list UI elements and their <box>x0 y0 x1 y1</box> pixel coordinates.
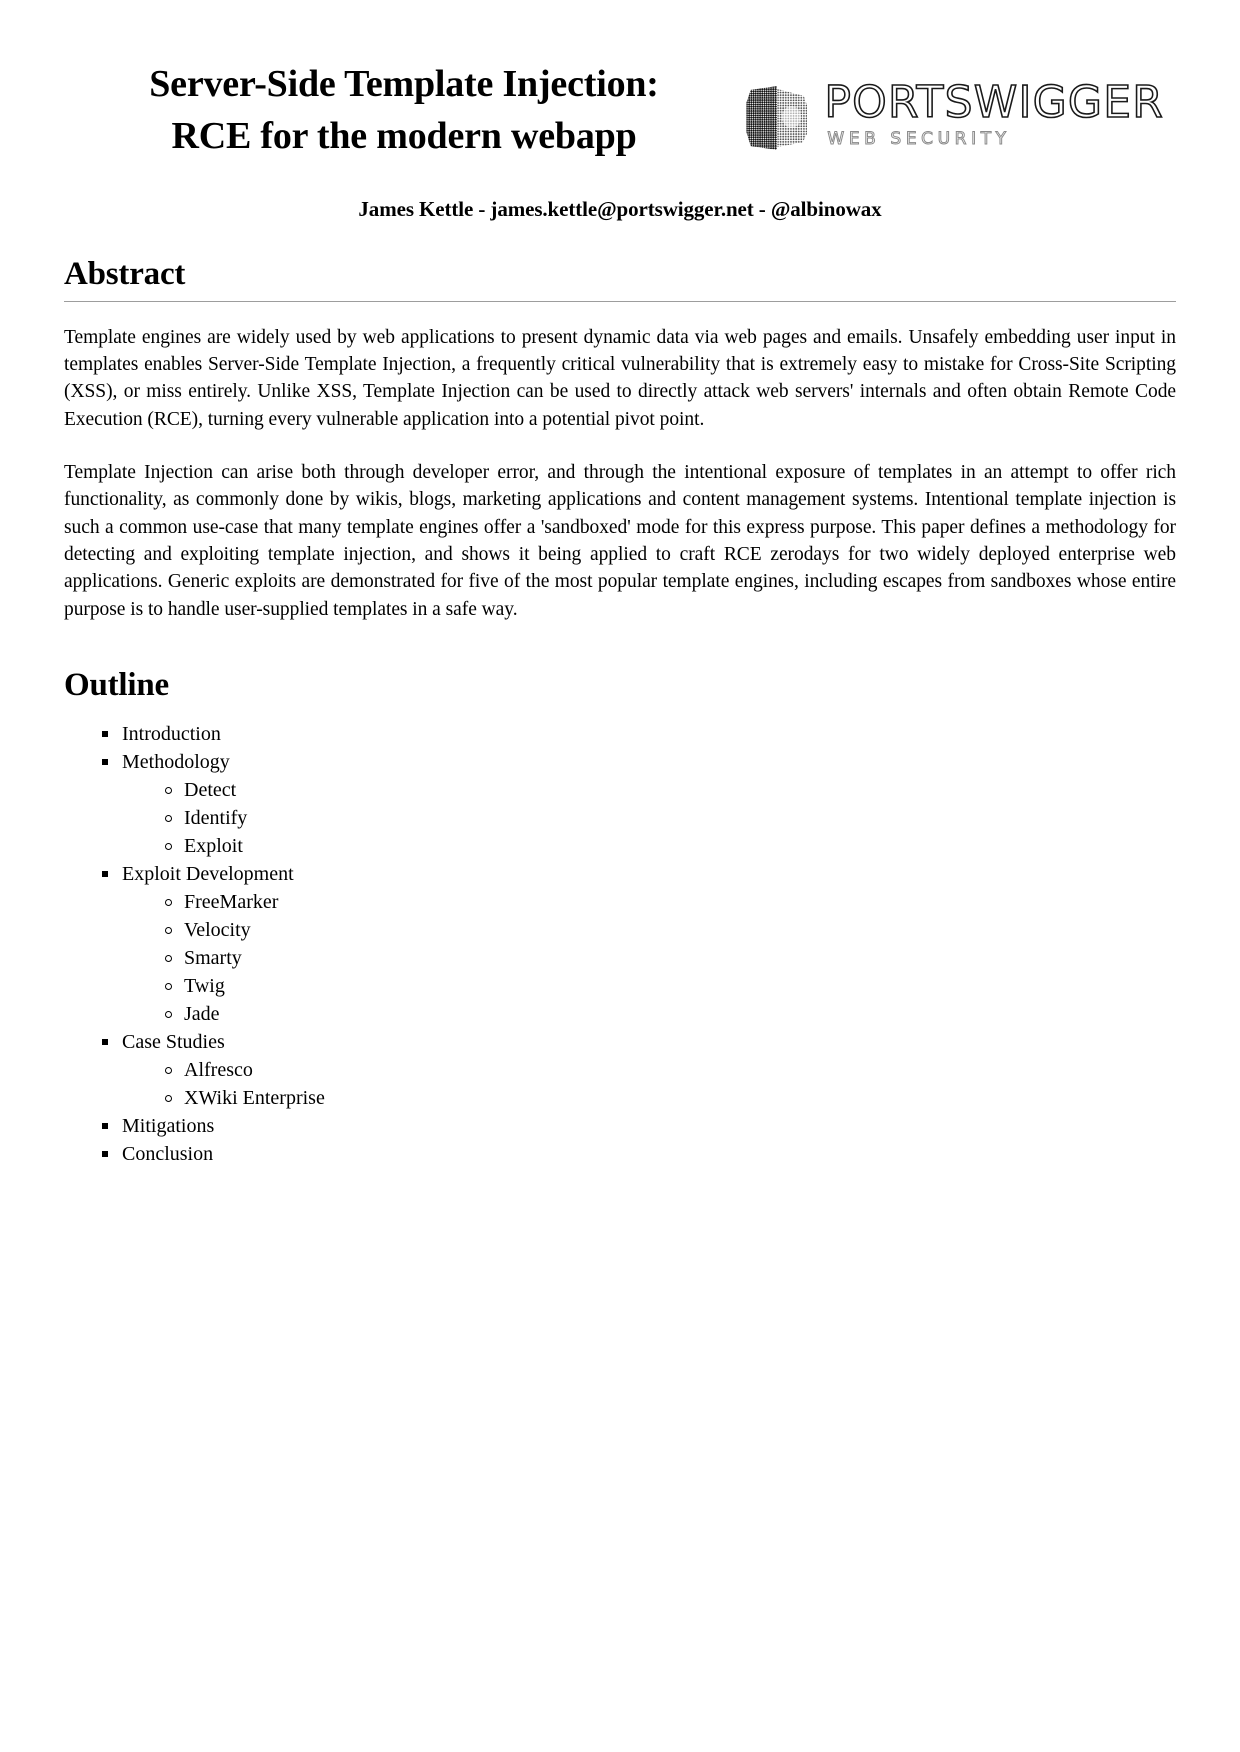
outline-subitem-label: Detect <box>184 778 237 801</box>
list-item: Introduction <box>94 720 1176 748</box>
outline-sublist: FreeMarker Velocity Smarty Twig Jade <box>122 888 1176 1028</box>
outline-subitem-label: Smarty <box>184 946 242 969</box>
outline-item-label: Conclusion <box>122 1142 214 1165</box>
outline-sublist: Detect Identify Exploit <box>122 776 1176 860</box>
logo-text-block: PORTSWIGGER WEB SECURITY <box>824 77 1164 150</box>
list-item: Methodology Detect Identify Exploit <box>94 748 1176 860</box>
paper-page: Server-Side Template Injection: RCE for … <box>0 0 1240 1752</box>
list-item: Mitigations <box>94 1112 1176 1140</box>
outline-list: Introduction Methodology Detect Identify… <box>64 720 1176 1168</box>
abstract-paragraph: Template engines are widely used by web … <box>64 326 1176 430</box>
title-block: Server-Side Template Injection: RCE for … <box>64 58 734 163</box>
logo-tagline: WEB SECURITY <box>827 129 1011 150</box>
list-item: Velocity <box>158 916 1176 944</box>
paper-header: Server-Side Template Injection: RCE for … <box>64 0 1176 163</box>
outline-item-label: Methodology <box>122 750 230 773</box>
list-item: Detect <box>158 776 1176 804</box>
list-item: Conclusion <box>94 1140 1176 1168</box>
outline-item-label: Exploit Development <box>122 862 294 885</box>
list-item: Smarty <box>158 944 1176 972</box>
outline-item-label: Introduction <box>122 722 221 745</box>
outline-subitem-label: Alfresco <box>184 1058 253 1081</box>
portswigger-cube-icon <box>744 82 810 154</box>
list-item: Alfresco <box>158 1056 1176 1084</box>
logo-wordmark: PORTSWIGGER <box>824 77 1164 128</box>
outline-subitem-label: FreeMarker <box>184 890 279 913</box>
outline-subitem-label: Exploit <box>184 834 243 857</box>
list-item: Exploit <box>158 832 1176 860</box>
author-line: James Kettle - james.kettle@portswigger.… <box>358 196 882 221</box>
list-item: Jade <box>158 1000 1176 1028</box>
outline-subitem-label: Identify <box>184 806 248 829</box>
outline-sublist: Alfresco XWiki Enterprise <box>122 1056 1176 1112</box>
list-item: FreeMarker <box>158 888 1176 916</box>
outline-item-label: Case Studies <box>122 1030 225 1053</box>
list-item: XWiki Enterprise <box>158 1084 1176 1112</box>
portswigger-logo: PORTSWIGGER WEB SECURITY <box>744 58 1176 154</box>
outline-heading: Outline <box>64 666 169 703</box>
outline-item-label: Mitigations <box>122 1114 215 1137</box>
outline-subitem-label: Jade <box>184 1002 220 1025</box>
list-item: Case Studies Alfresco XWiki Enterprise <box>94 1028 1176 1112</box>
cube-left-face <box>746 86 778 150</box>
abstract-heading: Abstract <box>64 255 186 292</box>
list-item: Twig <box>158 972 1176 1000</box>
abstract-heading-rule <box>64 300 1176 302</box>
outline-subitem-label: Velocity <box>184 918 251 941</box>
list-item: Exploit Development FreeMarker Velocity … <box>94 860 1176 1028</box>
list-item: Identify <box>158 804 1176 832</box>
outline-subitem-label: Twig <box>184 974 225 997</box>
abstract-paragraph: Template Injection can arise both throug… <box>64 462 1176 620</box>
outline-subitem-label: XWiki Enterprise <box>184 1086 325 1109</box>
page-title: Server-Side Template Injection: RCE for … <box>149 63 659 158</box>
